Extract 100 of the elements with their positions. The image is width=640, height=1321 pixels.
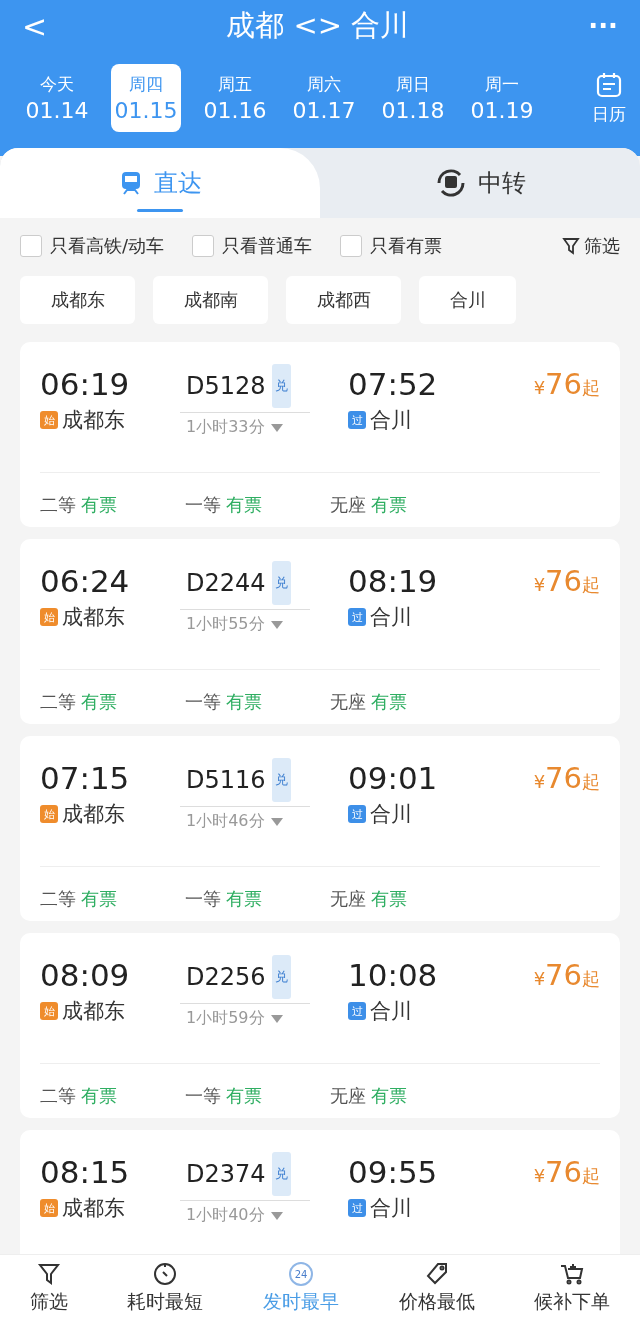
seat-availability: 无座 有票 bbox=[330, 1084, 408, 1108]
seat-availability: 无座 有票 bbox=[330, 887, 408, 911]
sort-tab[interactable]: 价格最低 bbox=[398, 1261, 475, 1315]
departure-time: 07:15 bbox=[40, 759, 131, 798]
dropdown-caret-icon[interactable] bbox=[270, 1211, 283, 1220]
train-number: D5128 bbox=[186, 371, 266, 402]
date-label: 01.15 bbox=[114, 98, 178, 123]
arrival-time: 09:01 bbox=[348, 759, 439, 798]
weekday-label: 周日 bbox=[396, 73, 430, 96]
train-number: D2256 bbox=[186, 962, 266, 993]
dropdown-caret-icon[interactable] bbox=[270, 817, 283, 826]
duration: 1小时55分 bbox=[186, 614, 265, 635]
filter-icon bbox=[35, 1261, 62, 1287]
train-card[interactable]: 07:15 始 成都东 D5116 兑 1小时46分 09:01 过 合川 ¥76起 二等 有票 一等 有票 无座 有票 bbox=[20, 736, 620, 921]
filter-checkbox[interactable]: 只看有票 bbox=[340, 234, 443, 258]
pass-through-tag: 过 bbox=[348, 608, 366, 626]
dropdown-caret-icon[interactable] bbox=[270, 620, 283, 629]
mode-tab[interactable]: 中转 bbox=[320, 148, 640, 218]
origin-tag: 始 bbox=[40, 1002, 58, 1020]
sort-tab[interactable]: 候补下单 bbox=[534, 1261, 611, 1315]
station-chip[interactable]: 成都东 bbox=[20, 276, 135, 324]
arrival-time: 10:08 bbox=[348, 956, 439, 995]
price: ¥76起 bbox=[533, 563, 600, 600]
redeem-badge: 兑 bbox=[271, 955, 291, 999]
seat-availability: 一等 有票 bbox=[185, 1084, 263, 1108]
date-label: 01.19 bbox=[470, 98, 534, 123]
filter-icon bbox=[562, 237, 580, 255]
train-card[interactable]: 06:19 始 成都东 D5128 兑 1小时33分 07:52 过 合川 ¥76起 二等 有票 一等 有票 无座 有票 bbox=[20, 342, 620, 527]
train-card[interactable]: 06:24 始 成都东 D2244 兑 1小时55分 08:19 过 合川 ¥76起 二等 有票 一等 有票 无座 有票 bbox=[20, 539, 620, 724]
seat-availability: 二等 有票 bbox=[40, 1084, 118, 1108]
train-card[interactable]: 08:09 始 成都东 D2256 兑 1小时59分 10:08 过 合川 ¥76起 二等 有票 一等 有票 无座 有票 bbox=[20, 933, 620, 1118]
date-label: 01.16 bbox=[203, 98, 267, 123]
redeem-badge: 兑 bbox=[271, 364, 291, 408]
station-chip[interactable]: 成都南 bbox=[153, 276, 268, 324]
duration: 1小时40分 bbox=[186, 1205, 265, 1226]
checkbox-label: 只看高铁/动车 bbox=[50, 234, 165, 258]
redeem-badge: 兑 bbox=[271, 1152, 291, 1196]
arrival-station: 合川 bbox=[370, 1195, 412, 1222]
duration: 1小时33分 bbox=[186, 417, 265, 438]
station-chip[interactable]: 合川 bbox=[419, 276, 516, 324]
filter-checkbox[interactable]: 只看普通车 bbox=[192, 234, 313, 258]
sort-tab[interactable]: 耗时最短 bbox=[127, 1261, 204, 1315]
arrival-time: 08:19 bbox=[348, 562, 439, 601]
origin-tag: 始 bbox=[40, 805, 58, 823]
route-title: 成都 <> 合川 bbox=[226, 7, 410, 44]
arrival-station: 合川 bbox=[370, 801, 412, 828]
pass-through-tag: 过 bbox=[348, 805, 366, 823]
seat-availability: 无座 有票 bbox=[330, 493, 408, 517]
origin-tag: 始 bbox=[40, 1199, 58, 1217]
weekday-label: 周五 bbox=[218, 73, 252, 96]
departure-time: 06:19 bbox=[40, 365, 131, 404]
arrival-time: 07:52 bbox=[348, 365, 439, 404]
checkbox[interactable] bbox=[20, 235, 42, 257]
redeem-badge: 兑 bbox=[271, 561, 291, 605]
train-card[interactable]: 08:15 始 成都东 D2374 兑 1小时40分 09:55 过 合川 ¥76起 bbox=[20, 1130, 620, 1254]
seat-availability: 二等 有票 bbox=[40, 493, 118, 517]
sort-tab[interactable]: 24 发时最早 bbox=[263, 1261, 339, 1315]
checkbox-label: 只看普通车 bbox=[222, 234, 313, 258]
checkbox[interactable] bbox=[340, 235, 363, 257]
seat-availability: 一等 有票 bbox=[185, 887, 263, 911]
station-chip[interactable]: 成都西 bbox=[286, 276, 401, 324]
train-number: D2244 bbox=[186, 568, 266, 599]
departure-station: 成都东 bbox=[62, 801, 125, 828]
seat-availability: 一等 有票 bbox=[185, 690, 263, 714]
sort-tab[interactable]: 筛选 bbox=[29, 1261, 68, 1315]
date-label: 01.17 bbox=[292, 98, 356, 123]
dropdown-caret-icon[interactable] bbox=[270, 423, 283, 432]
departure-station: 成都东 bbox=[62, 1195, 125, 1222]
date-label: 01.18 bbox=[381, 98, 445, 123]
origin-tag: 始 bbox=[40, 608, 58, 626]
checkbox[interactable] bbox=[192, 235, 215, 257]
redeem-badge: 兑 bbox=[271, 758, 291, 802]
checkbox-label: 只看有票 bbox=[370, 234, 443, 258]
seat-availability: 无座 有票 bbox=[330, 690, 408, 714]
cart-icon bbox=[559, 1261, 586, 1287]
arrival-station: 合川 bbox=[370, 407, 412, 434]
clock-number: 24 bbox=[294, 1269, 308, 1280]
price: ¥76起 bbox=[533, 760, 600, 797]
price: ¥76起 bbox=[533, 957, 600, 994]
weekday-label: 周四 bbox=[129, 73, 163, 96]
dropdown-caret-icon[interactable] bbox=[270, 1014, 283, 1023]
duration: 1小时46分 bbox=[186, 811, 265, 832]
timer-icon bbox=[152, 1261, 179, 1287]
weekday-label: 周一 bbox=[485, 73, 519, 96]
departure-time: 08:09 bbox=[40, 956, 131, 995]
departure-station: 成都东 bbox=[62, 998, 125, 1025]
weekday-label: 今天 bbox=[40, 73, 74, 96]
pass-through-tag: 过 bbox=[348, 1199, 366, 1217]
seat-availability: 二等 有票 bbox=[40, 887, 118, 911]
filter-button[interactable]: 筛选 bbox=[562, 234, 620, 258]
train-number: D5116 bbox=[186, 765, 266, 796]
arrival-time: 09:55 bbox=[348, 1153, 439, 1192]
active-tab-underline bbox=[137, 209, 183, 212]
price: ¥76起 bbox=[533, 366, 600, 403]
pass-through-tag: 过 bbox=[348, 1002, 366, 1020]
calendar-icon bbox=[595, 70, 623, 99]
seat-availability: 一等 有票 bbox=[185, 493, 263, 517]
departure-time: 06:24 bbox=[40, 562, 131, 601]
filter-checkbox[interactable]: 只看高铁/动车 bbox=[20, 234, 165, 258]
origin-tag: 始 bbox=[40, 411, 58, 429]
